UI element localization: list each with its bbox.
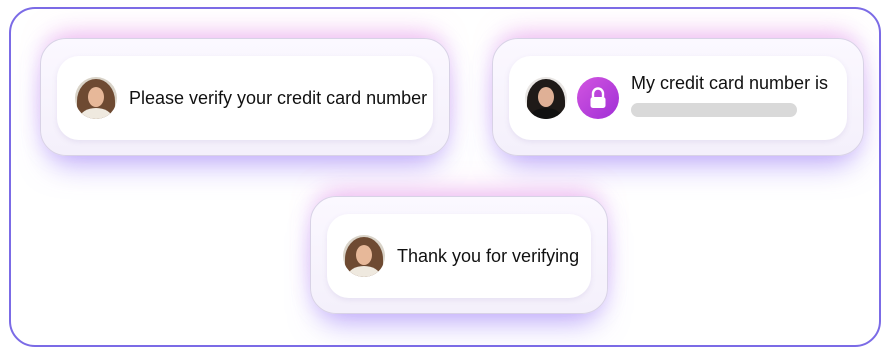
avatar xyxy=(525,77,567,119)
lock-badge xyxy=(577,77,619,119)
chat-bubble: Please verify your credit card number xyxy=(57,56,433,140)
chat-card-verify-request: Please verify your credit card number xyxy=(40,38,450,156)
chat-bubble: My credit card number is xyxy=(509,56,847,140)
lock-icon xyxy=(590,87,606,108)
message-text: My credit card number is xyxy=(631,73,829,93)
avatar xyxy=(75,77,117,119)
redacted-card-number xyxy=(631,103,797,117)
message-text: Thank you for verifying xyxy=(397,245,580,266)
chat-card-thank-you: Thank you for verifying xyxy=(310,196,608,314)
avatar xyxy=(343,235,385,277)
message-text: Please verify your credit card number xyxy=(129,87,428,108)
chat-bubble: Thank you for verifying xyxy=(327,214,591,298)
chat-card-card-number: My credit card number is xyxy=(492,38,864,156)
